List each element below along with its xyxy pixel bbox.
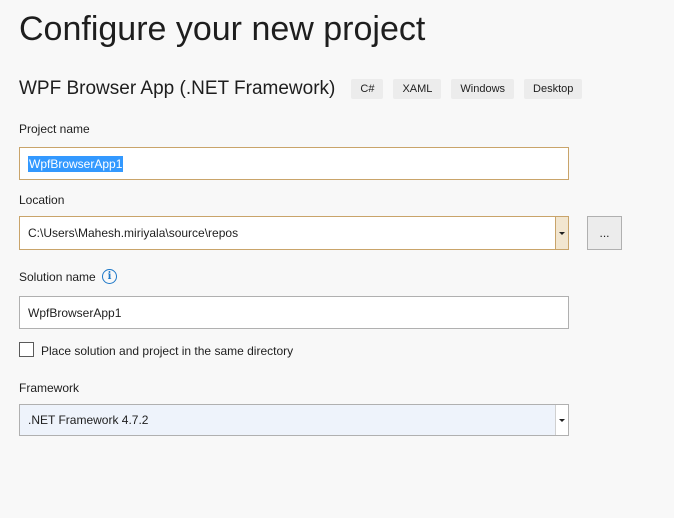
tag-platform: Windows: [451, 79, 515, 99]
solution-name-label: Solution name: [19, 270, 96, 284]
location-combobox[interactable]: C:\Users\Mahesh.miriyala\source\repos: [19, 216, 569, 250]
tag-project-type: Desktop: [524, 79, 583, 99]
chevron-down-icon: [559, 418, 565, 422]
browse-button[interactable]: ...: [587, 216, 622, 250]
framework-label: Framework: [19, 381, 80, 395]
page-title: Configure your new project: [19, 10, 426, 48]
info-icon[interactable]: i: [102, 269, 117, 284]
same-directory-checkbox[interactable]: [19, 342, 34, 357]
project-name-input[interactable]: WpfBrowserApp1: [19, 147, 569, 180]
template-header: WPF Browser App (.NET Framework) C# XAML…: [19, 77, 592, 101]
location-value: C:\Users\Mahesh.miriyala\source\repos: [28, 226, 239, 240]
location-label: Location: [19, 193, 65, 207]
solution-name-value: WpfBrowserApp1: [28, 305, 122, 320]
same-directory-label[interactable]: Place solution and project in the same d…: [41, 344, 293, 358]
framework-dropdown-button[interactable]: [555, 405, 568, 435]
location-dropdown-button[interactable]: [555, 217, 568, 249]
tag-xaml: XAML: [393, 79, 442, 99]
solution-name-input[interactable]: WpfBrowserApp1: [19, 296, 569, 329]
framework-select[interactable]: .NET Framework 4.7.2: [19, 404, 569, 436]
tag-language: C#: [351, 79, 384, 99]
template-name: WPF Browser App (.NET Framework): [19, 78, 336, 99]
project-name-label: Project name: [19, 122, 90, 136]
chevron-down-icon: [559, 231, 565, 235]
framework-value: .NET Framework 4.7.2: [28, 413, 149, 427]
project-name-value: WpfBrowserApp1: [26, 154, 125, 173]
